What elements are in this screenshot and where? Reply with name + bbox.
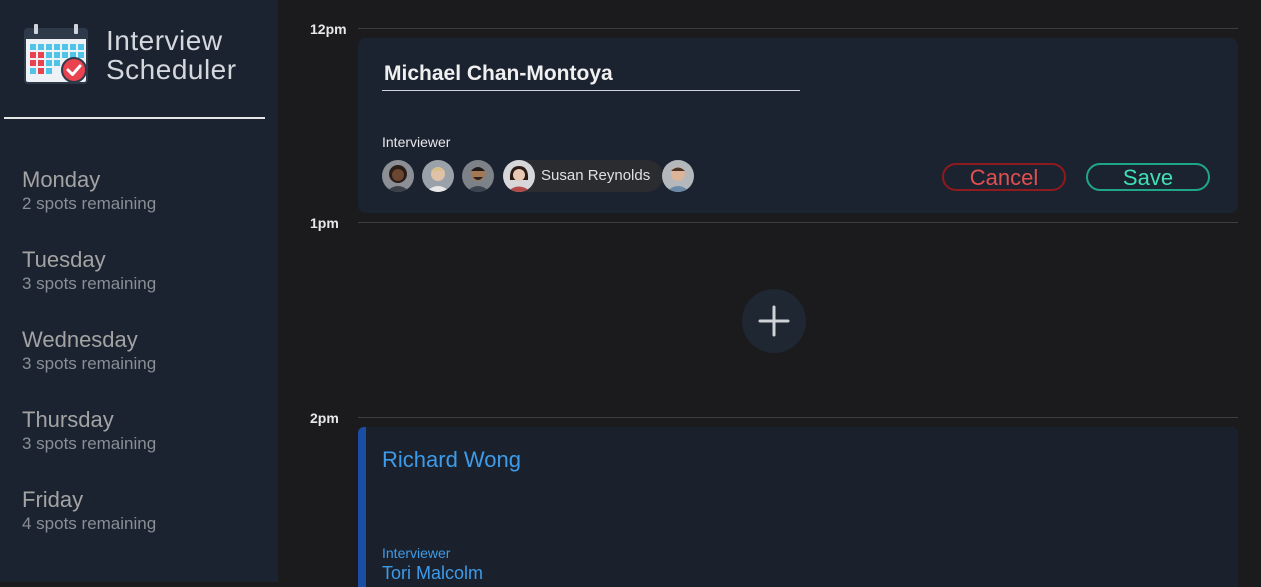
student-name: Richard Wong xyxy=(382,447,521,472)
appointment-form: Interviewer xyxy=(358,38,1238,213)
avatar xyxy=(503,160,535,192)
day-spots: 2 spots remaining xyxy=(22,194,157,213)
interviewer-option[interactable] xyxy=(422,160,454,192)
day-spots: 3 spots remaining xyxy=(22,354,157,373)
calendar-check-icon xyxy=(24,24,88,84)
selected-interviewer-name: Susan Reynolds xyxy=(541,167,651,184)
day-spots: 3 spots remaining xyxy=(22,434,157,453)
interviewer-label: Interviewer xyxy=(382,545,451,561)
day-name: Monday xyxy=(22,167,101,192)
interviewer-option[interactable] xyxy=(382,160,414,192)
add-appointment-button[interactable] xyxy=(742,289,806,353)
day-name: Thursday xyxy=(22,407,114,432)
day-spots: 4 spots remaining xyxy=(22,514,157,533)
time-separator xyxy=(358,417,1238,418)
day-item-tuesday[interactable]: Tuesday 3 spots remaining xyxy=(22,246,262,326)
interviewer-option-selected[interactable]: Susan Reynolds xyxy=(503,160,663,192)
plus-icon xyxy=(758,305,790,337)
brand: Interview Scheduler xyxy=(24,24,264,88)
app-title: Interview Scheduler xyxy=(106,26,237,84)
day-item-monday[interactable]: Monday 2 spots remaining xyxy=(22,166,262,246)
interviewer-name: Tori Malcolm xyxy=(382,563,484,583)
day-spots: 3 spots remaining xyxy=(22,274,157,293)
interviewer-label: Interviewer xyxy=(382,134,451,150)
day-item-friday[interactable]: Friday 4 spots remaining xyxy=(22,486,262,566)
avatar xyxy=(662,160,694,192)
interviewer-option[interactable] xyxy=(462,160,494,192)
day-list: Monday 2 spots remaining Tuesday 3 spots… xyxy=(22,166,262,566)
avatar xyxy=(382,160,414,192)
cancel-button[interactable]: Cancel xyxy=(942,163,1066,191)
app-title-line1: Interview xyxy=(106,25,223,56)
time-label-2pm: 2pm xyxy=(310,410,339,426)
day-name: Tuesday xyxy=(22,247,106,272)
app-title-line2: Scheduler xyxy=(106,54,237,85)
day-name: Friday xyxy=(22,487,84,512)
booked-appointment[interactable]: Richard Wong Interviewer Tori Malcolm xyxy=(358,427,1238,587)
avatar xyxy=(462,160,494,192)
student-name-input[interactable] xyxy=(382,58,800,91)
time-separator xyxy=(358,28,1238,29)
day-name: Wednesday xyxy=(22,327,138,352)
time-separator xyxy=(358,222,1238,223)
save-button[interactable]: Save xyxy=(1086,163,1210,191)
day-item-thursday[interactable]: Thursday 3 spots remaining xyxy=(22,406,262,486)
avatar xyxy=(422,160,454,192)
sidebar-divider xyxy=(4,117,265,119)
day-item-wednesday[interactable]: Wednesday 3 spots remaining xyxy=(22,326,262,406)
interviewer-option[interactable] xyxy=(662,160,694,192)
time-label-12pm: 12pm xyxy=(310,21,347,37)
sidebar: Interview Scheduler Monday 2 spots remai… xyxy=(0,0,278,582)
time-label-1pm: 1pm xyxy=(310,215,339,231)
accent-bar xyxy=(358,427,366,587)
